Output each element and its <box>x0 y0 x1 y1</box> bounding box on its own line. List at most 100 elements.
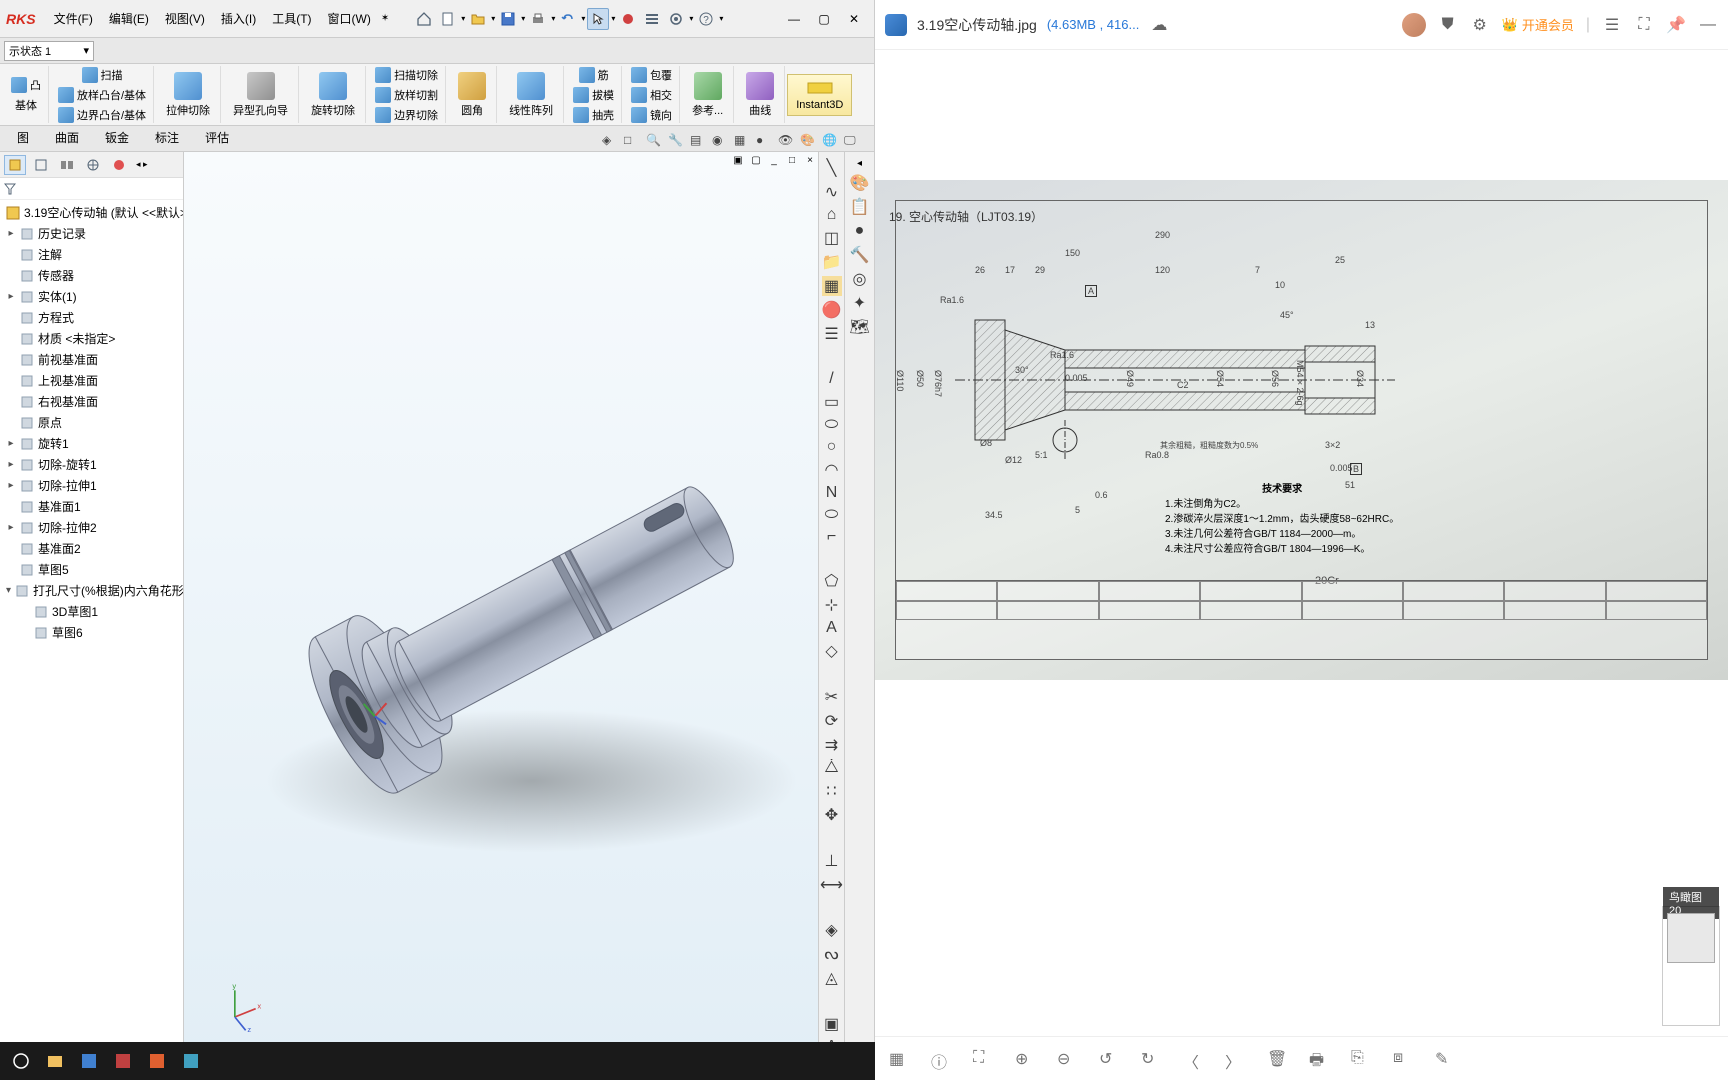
screen-icon[interactable]: 🖵 <box>844 133 862 151</box>
zoom-icon[interactable]: 🔍 <box>646 133 664 151</box>
menu-icon[interactable]: ☰ <box>1602 15 1622 35</box>
tree-toggle-icon[interactable]: ▸ <box>6 291 16 302</box>
library-icon[interactable]: ✦ <box>850 293 870 313</box>
3dsketch-icon[interactable]: ◈ <box>822 920 842 940</box>
tree-item[interactable]: ▸历史记录 <box>0 223 183 244</box>
scene-icon[interactable]: ● <box>756 133 774 151</box>
slot-icon[interactable]: ⬭ <box>822 416 842 434</box>
app1-icon[interactable] <box>76 1048 102 1074</box>
tree-tab-config[interactable] <box>56 155 78 175</box>
delete-icon[interactable]: 🗑 <box>1267 1049 1287 1069</box>
maximize-icon[interactable]: ▢ <box>810 8 838 30</box>
shield-icon[interactable]: ⛊ <box>1438 15 1458 35</box>
zoom-in-icon[interactable]: ⊕ <box>1015 1049 1035 1069</box>
mirror2-icon[interactable]: ⧊ <box>822 759 842 777</box>
ellipse-icon[interactable]: ⬭ <box>822 506 842 524</box>
menu-tools[interactable]: 工具(T) <box>266 6 317 31</box>
ribbon-rib[interactable]: 筋 <box>576 66 612 84</box>
min-icon[interactable]: — <box>1698 15 1718 35</box>
tree-toggle-icon[interactable]: ▸ <box>6 228 16 239</box>
tree-item[interactable]: 右视基准面 <box>0 391 183 412</box>
tree-item[interactable]: ▾打孔尺寸(%根据)内六角花形 <box>0 580 183 601</box>
ribbon-wrap[interactable]: 包覆 <box>628 66 675 84</box>
ribbon-swept-cut[interactable]: 扫描切除 <box>372 66 441 84</box>
feature-tree[interactable]: 3.19空心传动轴 (默认 <<默认> ▸历史记录注解传感器▸实体(1)方程式材… <box>0 200 183 1062</box>
ribbon-boundary-boss[interactable]: 边界凸台/基体 <box>55 106 149 124</box>
cloud-upload-icon[interactable]: ☁ <box>1149 15 1169 35</box>
options-icon[interactable] <box>641 8 663 30</box>
clip-icon[interactable]: 📋 <box>850 197 870 217</box>
target-icon[interactable]: ◎ <box>850 269 870 289</box>
style-icon[interactable]: ▦ <box>734 133 752 151</box>
crop-icon[interactable]: ⧈ <box>1393 1049 1413 1069</box>
tree-item[interactable]: 前视基准面 <box>0 349 183 370</box>
tree-item[interactable]: 草图5 <box>0 559 183 580</box>
tree-item[interactable]: 3D草图1 <box>0 601 183 622</box>
convert-icon[interactable]: ⟳ <box>822 711 842 731</box>
tree-item[interactable]: ▸切除-旋转1 <box>0 454 183 475</box>
open-icon[interactable] <box>467 8 489 30</box>
trim-icon[interactable]: ✂ <box>822 687 842 707</box>
save-icon[interactable] <box>497 8 519 30</box>
ribbon-intersect[interactable]: 相交 <box>628 86 675 104</box>
tab-sheetmetal[interactable]: 钣金 <box>92 124 142 151</box>
fullscreen-icon[interactable]: ⛶ <box>1634 15 1654 35</box>
tree-toggle-icon[interactable]: ▸ <box>6 522 16 533</box>
line2-icon[interactable]: / <box>822 370 842 388</box>
offset-icon[interactable]: ⇉ <box>822 735 842 755</box>
ribbon-reference[interactable]: 参考... <box>686 70 729 120</box>
ribbon-linear-pattern[interactable]: 线性阵列 <box>503 70 559 120</box>
zoom-out-icon[interactable]: ⊖ <box>1057 1049 1077 1069</box>
grid-view-icon[interactable]: ▦ <box>889 1049 909 1069</box>
tree-tab-property[interactable] <box>30 155 52 175</box>
vip-link[interactable]: 👑 开通会员 <box>1502 15 1574 34</box>
line-icon[interactable]: ╲ <box>822 158 842 178</box>
ribbon-curves[interactable]: 曲线 <box>740 70 780 120</box>
relation-icon[interactable]: ⊥ <box>822 851 842 871</box>
map-icon[interactable]: 🗺 <box>850 317 870 337</box>
tree-toggle-icon[interactable]: ▾ <box>6 585 11 596</box>
avatar[interactable] <box>1402 13 1426 37</box>
viewer-canvas[interactable]: 19. 空心传动轴（LJT03.19） <box>875 50 1728 1036</box>
tab-surfaces[interactable]: 曲面 <box>42 124 92 151</box>
hide-icon[interactable]: 👁 <box>778 133 796 151</box>
hammer-icon[interactable]: 🔨 <box>850 245 870 265</box>
ribbon-lofted-boss[interactable]: 放样凸台/基体 <box>55 86 149 104</box>
tree-item[interactable]: 基准面1 <box>0 496 183 517</box>
ribbon-instant3d[interactable]: Instant3D <box>787 74 852 116</box>
tab-annotation[interactable]: 标注 <box>142 124 192 151</box>
spline-icon[interactable]: ∿ <box>822 182 842 202</box>
appearance-icon[interactable]: 🎨 <box>800 133 818 151</box>
new-icon[interactable] <box>437 8 459 30</box>
ribbon-lofted-cut[interactable]: 放样切割 <box>372 86 441 104</box>
tree-filter[interactable] <box>0 178 183 200</box>
print-icon[interactable] <box>527 8 549 30</box>
start-button[interactable] <box>8 1048 34 1074</box>
close-icon[interactable]: ✕ <box>840 8 868 30</box>
rebuild-icon[interactable] <box>617 8 639 30</box>
prev-icon[interactable]: 〈 <box>1183 1049 1203 1069</box>
rotate-left-icon[interactable]: ↺ <box>1099 1049 1119 1069</box>
poly-icon[interactable]: ⬠ <box>822 571 842 591</box>
ribbon-fillet[interactable]: 圆角 <box>452 70 492 120</box>
quick-icon[interactable]: ▣ <box>822 1014 842 1034</box>
circle-icon[interactable]: ○ <box>822 438 842 456</box>
app2-icon[interactable] <box>110 1048 136 1074</box>
tree-tab-appearance[interactable] <box>108 155 130 175</box>
ribbon-shell[interactable]: 抽壳 <box>570 106 617 124</box>
palette-icon[interactable]: 🎨 <box>850 173 870 193</box>
gear-icon[interactable]: ⚙ <box>1470 15 1490 35</box>
tree-item[interactable]: 材质 <未指定> <box>0 328 183 349</box>
tree-toggle-icon[interactable]: ▸ <box>6 438 16 449</box>
tree-item[interactable]: 草图6 <box>0 622 183 643</box>
display-state-dropdown[interactable]: 示状态 1 ▾ <box>4 41 94 61</box>
menu-insert[interactable]: 插入(I) <box>215 6 262 31</box>
fit-icon[interactable]: ⛶ <box>973 1049 993 1069</box>
print2-icon[interactable]: 🖶 <box>1309 1049 1329 1069</box>
dimension-icon[interactable]: ⟷ <box>822 875 842 895</box>
explorer-icon[interactable] <box>42 1048 68 1074</box>
tab-features[interactable]: 图 <box>4 124 42 151</box>
folder-icon[interactable]: 📁 <box>822 252 842 272</box>
home2-icon[interactable]: ⌂ <box>822 206 842 224</box>
ribbon-revolved-cut[interactable]: 旋转切除 <box>305 70 361 120</box>
